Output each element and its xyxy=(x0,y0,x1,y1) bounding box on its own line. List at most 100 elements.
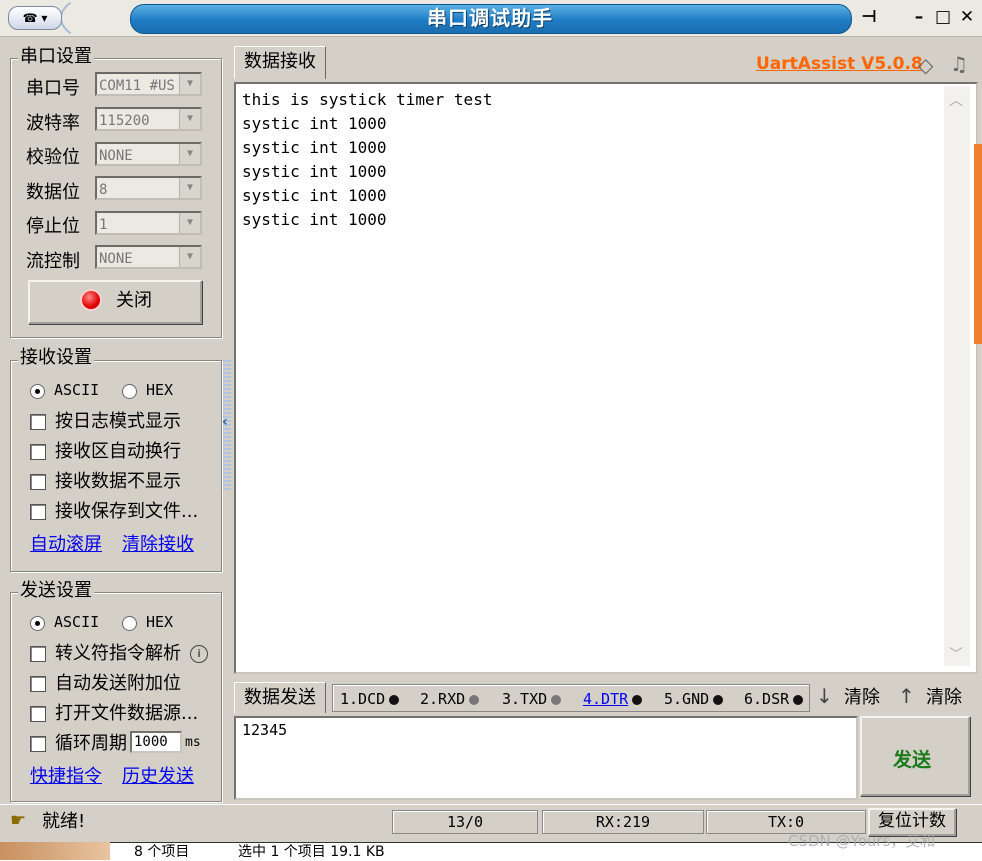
brand-link[interactable]: UartAssist V5.0.8 xyxy=(756,54,923,74)
clear-recv-button[interactable]: 清除 xyxy=(844,687,880,709)
serial-settings-title: 串口设置 xyxy=(18,46,94,67)
receive-text: this is systick timer test systic int 10… xyxy=(242,90,493,229)
send-escape-label: 转义符指令解析 xyxy=(55,643,181,664)
receive-scrollbar[interactable] xyxy=(944,86,970,666)
parity-select[interactable]: NONE ▼ xyxy=(95,142,202,166)
send-append-checkbox[interactable] xyxy=(30,676,46,692)
databits-select[interactable]: 8 ▼ xyxy=(95,176,202,200)
clear-send-button[interactable]: 清除 xyxy=(926,687,962,709)
send-file-label: 打开文件数据源... xyxy=(55,703,199,724)
port-label: 串口号 xyxy=(26,78,80,99)
stopbits-label: 停止位 xyxy=(26,216,80,237)
send-ascii-label: ASCII xyxy=(54,613,100,631)
close-button[interactable]: ✕ xyxy=(954,6,980,28)
signal-dsr[interactable]: 6.DSR xyxy=(744,689,804,709)
send-button-label: 发送 xyxy=(893,749,932,771)
recv-ascii-radio[interactable] xyxy=(30,384,45,399)
send-loop-label: 循环周期 xyxy=(55,733,127,754)
chevron-down-icon: ▼ xyxy=(179,213,200,233)
recv-settings-title: 接收设置 xyxy=(18,347,94,368)
recv-hex-radio[interactable] xyxy=(122,384,137,399)
send-hex-radio[interactable] xyxy=(122,616,137,631)
loop-period-input[interactable] xyxy=(130,731,182,753)
recv-hex-label: HEX xyxy=(146,381,174,399)
parity-value: NONE xyxy=(99,148,133,164)
recv-log-checkbox[interactable] xyxy=(30,414,46,430)
recv-log-label: 按日志模式显示 xyxy=(55,411,181,432)
send-ascii-radio[interactable] xyxy=(30,616,45,631)
send-append-label: 自动发送附加位 xyxy=(55,673,181,694)
scroll-down-icon[interactable]: ﹀ xyxy=(949,644,963,664)
tab-data-receive[interactable]: 数据接收 xyxy=(234,46,326,79)
explorer-item-count: 8 个项目 xyxy=(134,844,190,860)
recv-save-label: 接收保存到文件... xyxy=(55,501,199,522)
stopbits-select[interactable]: 1 ▼ xyxy=(95,211,202,235)
chevron-down-icon: ▼ xyxy=(179,109,200,129)
send-loop-checkbox[interactable] xyxy=(30,736,46,752)
status-rx: RX:219 xyxy=(542,810,704,834)
status-count: 13/0 xyxy=(392,810,538,834)
recv-save-checkbox[interactable] xyxy=(30,504,46,520)
info-icon[interactable]: i xyxy=(190,645,208,663)
send-hex-label: HEX xyxy=(146,613,174,631)
signal-gnd-label: 5.GND xyxy=(664,690,710,708)
signal-led-icon xyxy=(389,694,400,705)
tab-data-send[interactable]: 数据发送 xyxy=(234,682,326,713)
signal-led-icon xyxy=(469,694,480,705)
signal-led-icon xyxy=(551,694,562,705)
baud-value: 115200 xyxy=(99,113,150,129)
status-ready: 就绪! xyxy=(42,811,86,832)
chevron-down-icon: ▼ xyxy=(179,74,200,94)
send-input-value: 12345 xyxy=(242,721,288,739)
clear-recv-link[interactable]: 清除接收 xyxy=(122,534,194,556)
loop-unit-label: ms xyxy=(185,735,201,750)
signal-dcd[interactable]: 1.DCD xyxy=(340,689,400,709)
signal-rxd[interactable]: 2.RXD xyxy=(420,689,480,709)
recv-wrap-checkbox[interactable] xyxy=(30,444,46,460)
history-link[interactable]: 历史发送 xyxy=(122,766,194,788)
shortcut-link[interactable]: 快捷指令 xyxy=(30,766,102,788)
parity-label: 校验位 xyxy=(26,147,80,168)
recv-ascii-label: ASCII xyxy=(54,381,100,399)
scroll-up-icon[interactable]: ︿ xyxy=(949,90,963,110)
auto-scroll-link[interactable]: 自动滚屏 xyxy=(30,534,102,556)
close-port-label: 关闭 xyxy=(116,290,152,311)
signal-dcd-label: 1.DCD xyxy=(340,690,386,708)
signal-led-icon xyxy=(793,694,804,705)
baud-label: 波特率 xyxy=(26,113,80,134)
system-menu-button[interactable]: ☎ ▾ xyxy=(8,6,62,30)
chevron-down-icon: ▼ xyxy=(179,144,200,164)
send-escape-checkbox[interactable] xyxy=(30,646,46,662)
port-value: COM11 #US xyxy=(99,78,175,94)
signal-txd-label: 3.TXD xyxy=(502,690,548,708)
close-port-button[interactable]: 关闭 xyxy=(28,280,202,324)
diamond-icon[interactable]: ◇ xyxy=(918,53,933,77)
flow-select[interactable]: NONE ▼ xyxy=(95,245,202,269)
minimize-button[interactable]: – xyxy=(906,6,932,28)
signal-dtr[interactable]: 4.DTR xyxy=(583,689,643,709)
pin-icon[interactable]: ⊣ xyxy=(856,6,882,28)
bell-icon[interactable]: ♫ xyxy=(950,52,968,76)
send-file-checkbox[interactable] xyxy=(30,706,46,722)
send-button[interactable]: 发送 xyxy=(860,716,970,796)
explorer-selection: 选中 1 个项目 19.1 KB xyxy=(238,844,385,860)
port-select[interactable]: COM11 #US ▼ xyxy=(95,72,202,96)
signal-txd[interactable]: 3.TXD xyxy=(502,689,562,709)
explorer-thumbnail xyxy=(0,842,110,860)
recv-hide-checkbox[interactable] xyxy=(30,474,46,490)
stopbits-value: 1 xyxy=(99,217,108,233)
flow-value: NONE xyxy=(99,251,133,267)
signal-bar xyxy=(332,684,810,712)
signal-gnd[interactable]: 5.GND xyxy=(664,689,724,709)
flow-label: 流控制 xyxy=(26,251,80,272)
collapse-arrow-icon[interactable]: ‹ xyxy=(222,414,228,430)
hand-pointer-icon: ☛ xyxy=(10,810,27,831)
send-settings-title: 发送设置 xyxy=(18,580,94,601)
signal-dsr-label: 6.DSR xyxy=(744,690,790,708)
signal-led-icon xyxy=(713,694,724,705)
baud-select[interactable]: 115200 ▼ xyxy=(95,107,202,131)
send-input[interactable] xyxy=(234,716,858,800)
watermark: CSDN @Yours，艾和 xyxy=(788,832,936,850)
signal-rxd-label: 2.RXD xyxy=(420,690,466,708)
maximize-button[interactable]: □ xyxy=(930,6,956,28)
